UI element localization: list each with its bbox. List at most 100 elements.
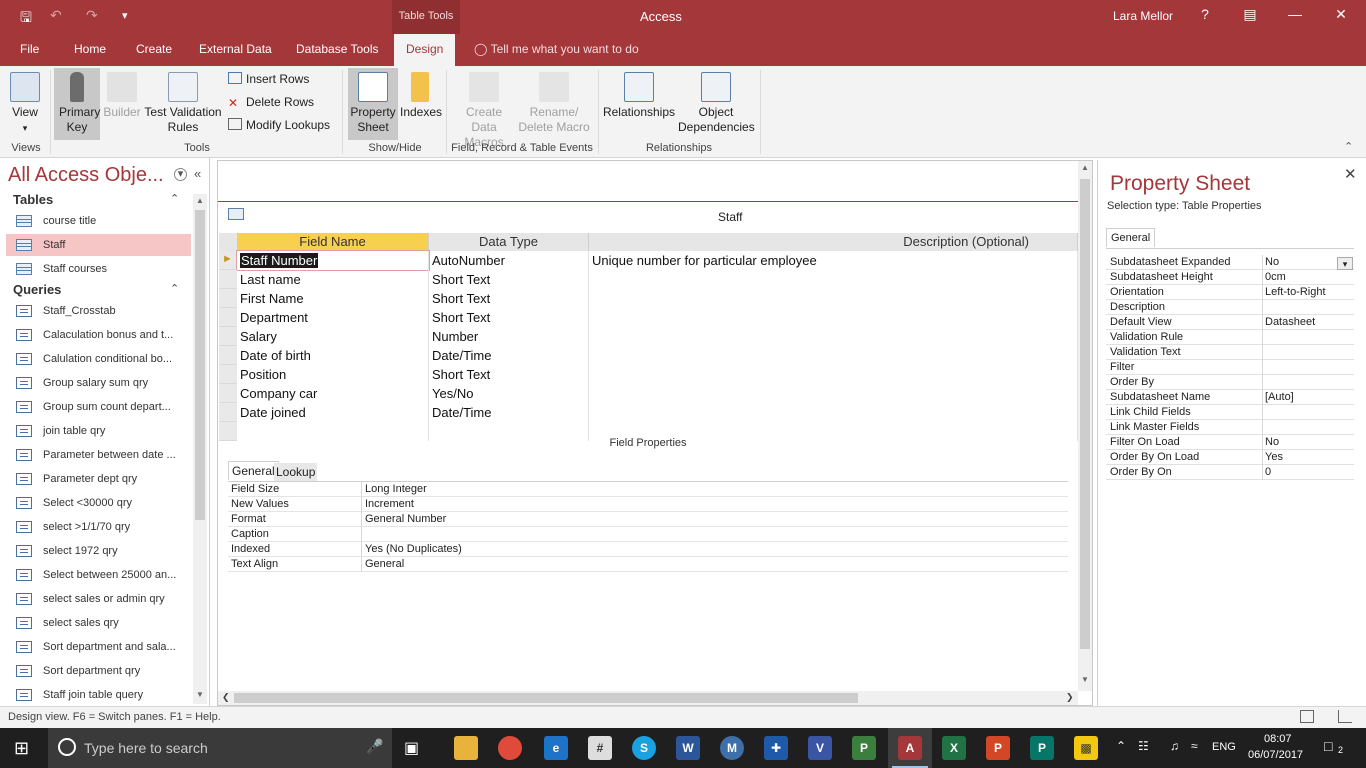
field-property-value[interactable]: Long Integer (361, 482, 1068, 497)
design-view-icon[interactable] (1338, 710, 1352, 723)
object-dependencies-button[interactable]: Object Dependencies (678, 72, 755, 135)
customize-qat-icon[interactable]: ▾ (122, 9, 128, 22)
row-selector[interactable] (219, 289, 237, 308)
clock-time[interactable]: 08:07 (1264, 733, 1292, 745)
collapse-section-icon[interactable]: ⌃ (170, 282, 179, 295)
nav-item-query[interactable]: Staff_Crosstab (6, 300, 191, 322)
undo-icon[interactable]: ↶ (50, 7, 62, 24)
row-selector[interactable] (219, 403, 237, 422)
property-row[interactable]: Order By (1106, 375, 1354, 390)
description-cell[interactable] (589, 327, 1078, 346)
description-cell[interactable] (589, 289, 1078, 308)
nav-item-query[interactable]: select sales qry (6, 612, 191, 634)
taskbar-search-box[interactable]: Type here to search 🎤 (48, 728, 392, 768)
property-value[interactable] (1262, 405, 1354, 420)
tab-external-data[interactable]: External Data (199, 42, 272, 56)
tell-me-box[interactable]: ◯ Tell me what you want to do (474, 42, 639, 56)
scroll-down-icon[interactable]: ▼ (194, 690, 206, 699)
fp-tab-general[interactable]: General (228, 461, 279, 480)
user-name[interactable]: Lara Mellor (1113, 9, 1173, 23)
field-property-value[interactable]: General Number (361, 512, 1068, 527)
nav-pane-title[interactable]: All Access Obje... (8, 164, 164, 187)
nav-item-table[interactable]: course title (6, 210, 191, 232)
field-name-cell[interactable]: Company car (237, 384, 429, 403)
action-center-icon[interactable]: □ (1324, 738, 1332, 754)
project-icon[interactable]: P (852, 736, 876, 760)
design-hscroll-thumb[interactable] (234, 693, 858, 703)
redo-icon[interactable]: ↷ (86, 7, 98, 24)
property-value[interactable]: Datasheet (1262, 315, 1354, 330)
property-row[interactable]: Link Master Fields (1106, 420, 1354, 435)
design-vertical-scrollbar[interactable]: ▲ ▼ (1078, 161, 1092, 691)
data-type-cell[interactable]: Date/Time (429, 346, 589, 365)
nav-item-query[interactable]: select 1972 qry (6, 540, 191, 562)
tab-create[interactable]: Create (136, 42, 172, 56)
property-row[interactable]: Filter (1106, 360, 1354, 375)
nav-item-query[interactable]: Select <30000 qry (6, 492, 191, 514)
field-name-cell[interactable]: Date joined (237, 403, 429, 422)
wifi-icon[interactable]: ≈ (1191, 739, 1198, 753)
dropdown-arrow-icon[interactable]: ▾ (1337, 257, 1353, 270)
row-selector[interactable] (219, 327, 237, 346)
description-cell[interactable] (589, 403, 1078, 422)
tab-file[interactable]: File (20, 42, 39, 56)
property-row[interactable]: Default View Datasheet (1106, 315, 1354, 330)
show-hidden-icons-icon[interactable]: ⌃ (1116, 739, 1126, 753)
row-selector[interactable] (219, 384, 237, 403)
property-value[interactable]: 0cm (1262, 270, 1354, 285)
help-button[interactable]: ? (1195, 6, 1215, 22)
primary-key-button[interactable]: Primary Key (54, 68, 100, 140)
property-row[interactable]: Order By On Load Yes (1106, 450, 1354, 465)
publisher-icon[interactable]: P (1030, 736, 1054, 760)
datasheet-view-icon[interactable] (1300, 710, 1314, 723)
ps-tab-general[interactable]: General (1106, 228, 1156, 247)
field-property-row[interactable]: Field Size Long Integer (228, 482, 1068, 497)
collapse-section-icon[interactable]: ⌃ (170, 192, 179, 205)
scroll-left-icon[interactable]: ❮ (222, 692, 230, 703)
select-all-corner[interactable] (219, 233, 237, 251)
property-value[interactable]: [Auto] (1262, 390, 1354, 405)
nav-item-query[interactable]: Staff join table query (6, 684, 191, 706)
calculator-icon[interactable]: # (588, 736, 612, 760)
property-value[interactable]: No (1262, 435, 1354, 450)
field-name-cell[interactable]: Salary (237, 327, 429, 346)
field-name-cell[interactable]: Position (237, 365, 429, 384)
nav-item-query[interactable]: Group sum count depart... (6, 396, 191, 418)
description-cell[interactable] (589, 384, 1078, 403)
field-name-cell[interactable]: First Name (237, 289, 429, 308)
description-cell[interactable] (589, 365, 1078, 384)
data-type-cell[interactable]: Date/Time (429, 403, 589, 422)
fp-tab-lookup[interactable]: Lookup (274, 463, 318, 481)
nav-scrollbar-thumb[interactable] (195, 210, 205, 520)
property-row[interactable]: Validation Rule (1106, 330, 1354, 345)
field-property-row[interactable]: Indexed Yes (No Duplicates) (228, 542, 1068, 557)
field-property-row[interactable]: Text Align General (228, 557, 1068, 572)
property-row[interactable]: Order By On 0 (1106, 465, 1354, 480)
field-name-cell[interactable]: Staff Number (236, 250, 430, 271)
nav-item-query[interactable]: select sales or admin qry (6, 588, 191, 610)
tab-home[interactable]: Home (74, 42, 106, 56)
property-sheet-button[interactable]: Property Sheet (348, 68, 398, 140)
microphone-icon[interactable]: 🎤 (366, 738, 383, 755)
tab-design[interactable]: Design (394, 34, 456, 66)
word-icon[interactable]: W (676, 736, 700, 760)
test-validation-rules-button[interactable]: Test Validation Rules (144, 72, 222, 135)
data-type-cell[interactable]: Short Text (429, 365, 589, 384)
indexes-button[interactable]: Indexes (400, 72, 442, 120)
field-property-value[interactable]: Yes (No Duplicates) (361, 542, 1068, 557)
power-bi-icon[interactable]: ▩ (1074, 736, 1098, 760)
property-row[interactable]: Validation Text (1106, 345, 1354, 360)
property-value[interactable] (1262, 360, 1354, 375)
minimize-icon[interactable]: — (1285, 6, 1305, 22)
nav-item-query[interactable]: Calulation conditional bo... (6, 348, 191, 370)
property-value[interactable]: Left-to-Right (1262, 285, 1354, 300)
relationships-button[interactable]: Relationships (602, 72, 676, 120)
property-value[interactable]: 0 (1262, 465, 1354, 480)
scroll-down-icon[interactable]: ▼ (1079, 675, 1091, 684)
field-property-row[interactable]: Format General Number (228, 512, 1068, 527)
network-icon[interactable]: ☷ (1138, 739, 1149, 753)
property-row[interactable]: Subdatasheet Height 0cm (1106, 270, 1354, 285)
mail-app-icon[interactable]: M (720, 736, 744, 760)
field-property-value[interactable] (361, 527, 1068, 542)
description-cell[interactable] (589, 308, 1078, 327)
